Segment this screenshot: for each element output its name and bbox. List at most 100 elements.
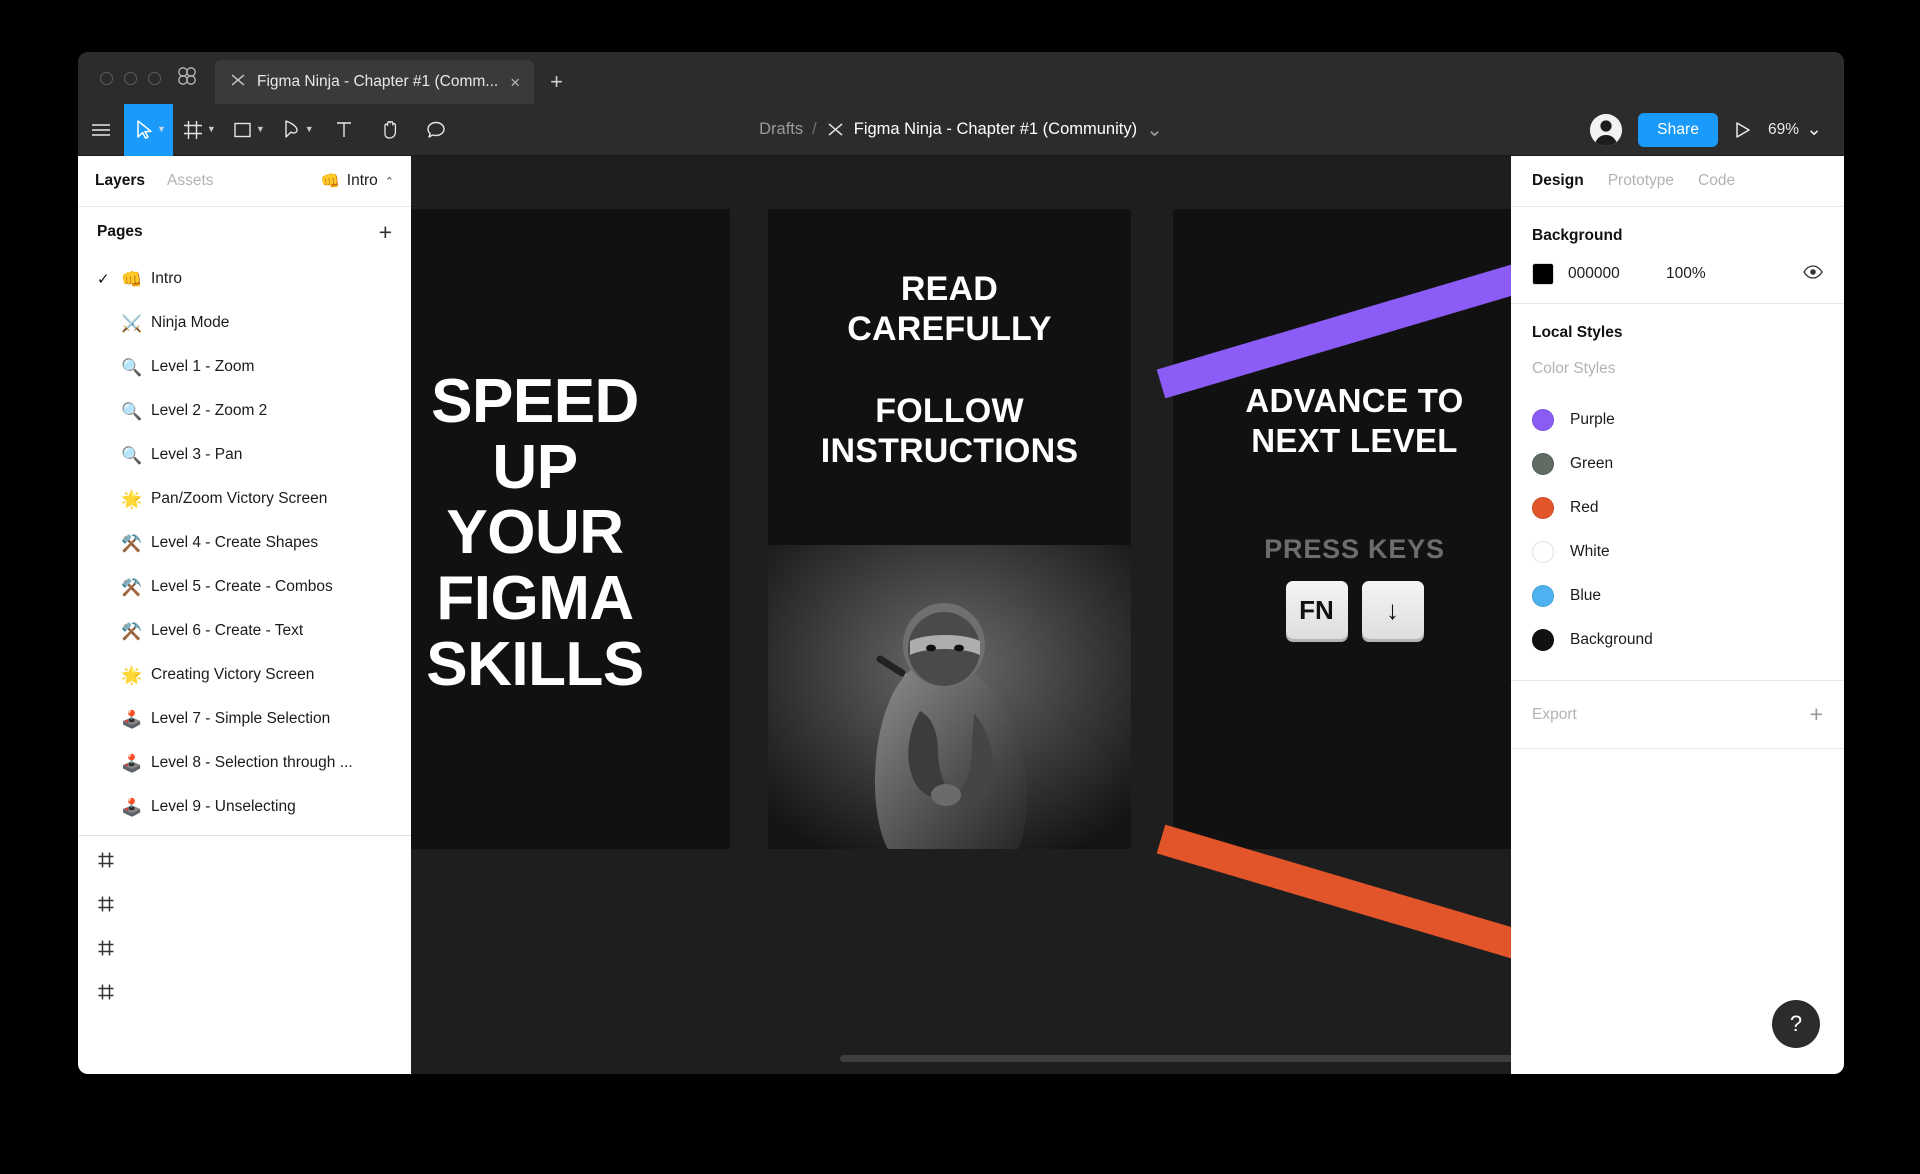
background-opacity-value[interactable]: 100% [1666,265,1706,283]
tab-assets[interactable]: Assets [167,172,214,190]
press-keys-label: PRESS KEYS [1264,534,1445,564]
help-button[interactable]: ? [1772,1000,1820,1048]
export-label: Export [1532,705,1577,723]
chevron-down-icon[interactable]: ▼ [305,125,314,134]
tab-code[interactable]: Code [1698,172,1735,190]
page-item-level-1[interactable]: 🔍 Level 1 - Zoom [78,345,411,389]
frame-tool[interactable]: ▼ [173,104,223,156]
breadcrumb-project[interactable]: Drafts [759,120,803,139]
canvas-horizontal-scrollbar[interactable] [840,1055,1575,1062]
page-item-level-8[interactable]: 🕹️ Level 8 - Selection through ... [78,741,411,785]
color-style-red[interactable]: Red [1532,486,1823,530]
chevron-down-icon[interactable]: ▼ [157,125,166,134]
color-style-label: Background [1570,631,1653,648]
user-avatar[interactable] [1590,113,1623,146]
chevron-down-icon[interactable]: ▼ [207,125,216,134]
layers-list [78,840,411,1016]
page-item-level-5[interactable]: ⚒️ Level 5 - Create - Combos [78,565,411,609]
maximize-window-button[interactable] [148,71,161,85]
tab-layers[interactable]: Layers [95,172,145,190]
figma-logo-icon[interactable] [175,52,203,104]
figma-ninja-file-icon [229,71,247,94]
page-emoji-icon: 🕹️ [121,753,143,773]
check-icon: ✓ [97,271,110,288]
close-window-button[interactable] [100,71,113,85]
layer-row[interactable] [78,928,411,972]
hamburger-menu-icon[interactable] [78,104,124,156]
current-page-chip[interactable]: 👊 Intro ⌃ [320,172,394,191]
page-item-intro[interactable]: ✓ 👊 Intro [78,257,411,301]
close-icon[interactable]: × [508,74,522,91]
tab-design[interactable]: Design [1532,172,1584,190]
color-swatch[interactable] [1532,409,1554,431]
page-item-level-7[interactable]: 🕹️ Level 7 - Simple Selection [78,697,411,741]
color-swatch[interactable] [1532,453,1554,475]
color-style-blue[interactable]: Blue [1532,574,1823,618]
zoom-value: 69% [1768,120,1800,138]
color-style-purple[interactable]: Purple [1532,398,1823,442]
add-export-button[interactable]: + [1810,703,1823,726]
layer-row[interactable] [78,840,411,884]
page-item-level-4[interactable]: ⚒️ Level 4 - Create Shapes [78,521,411,565]
page-emoji-icon: ⚒️ [121,533,143,553]
move-tool[interactable]: ▼ [124,103,173,156]
page-item-label: Intro [151,270,183,287]
eye-icon[interactable] [1803,264,1823,284]
color-swatch[interactable] [1532,629,1554,651]
chevron-up-icon[interactable]: ⌃ [385,175,394,188]
shape-tool[interactable]: ▼ [223,104,272,156]
chevron-down-icon[interactable]: ▼ [256,125,265,134]
color-style-label: Blue [1570,587,1602,604]
chevron-down-icon[interactable]: ⌄ [1146,120,1163,140]
page-emoji-icon: ⚒️ [121,621,143,641]
advance-headline: ADVANCE TO NEXT LEVEL [1173,381,1536,460]
local-styles-section: Local Styles Color Styles Purple Green R… [1511,304,1844,681]
play-triangle-icon[interactable] [1734,121,1752,139]
share-button[interactable]: Share [1638,112,1719,147]
page-emoji-icon: ⚔️ [121,313,143,333]
color-swatch[interactable] [1532,541,1554,563]
page-item-label: Level 9 - Unselecting [151,798,296,815]
page-item-level-3[interactable]: 🔍 Level 3 - Pan [78,433,411,477]
color-style-background[interactable]: Background [1532,618,1823,662]
background-color-swatch[interactable] [1532,263,1554,285]
page-item-level-2[interactable]: 🔍 Level 2 - Zoom 2 [78,389,411,433]
advance-artboard[interactable]: ADVANCE TO NEXT LEVEL PRESS KEYS FN ↓ [1156,209,1578,976]
comment-tool[interactable] [413,104,459,156]
layer-row[interactable] [78,972,411,1016]
text-tool[interactable] [321,104,367,156]
page-emoji-icon: 🕹️ [121,709,143,729]
minimize-window-button[interactable] [124,71,137,85]
add-page-button[interactable]: + [379,220,392,244]
layer-row[interactable] [78,884,411,928]
fn-key[interactable]: FN [1285,581,1348,639]
headline-line: NEXT LEVEL [1251,421,1458,459]
headline-line: ADVANCE TO [1245,382,1464,419]
color-style-white[interactable]: White [1532,530,1823,574]
page-item-label: Pan/Zoom Victory Screen [151,490,328,507]
color-swatch[interactable] [1532,497,1554,519]
pen-tool[interactable]: ▼ [272,104,321,156]
page-item-level-9[interactable]: 🕹️ Level 9 - Unselecting [78,785,411,829]
zoom-control[interactable]: 69% ⌄ [1768,120,1822,139]
color-swatch[interactable] [1532,585,1554,607]
new-tab-button[interactable]: + [534,60,579,104]
breadcrumb-file-name[interactable]: Figma Ninja - Chapter #1 (Community) [854,120,1137,139]
arrow-down-key[interactable]: ↓ [1361,581,1424,639]
browser-tab[interactable]: Figma Ninja - Chapter #1 (Comm... × [215,60,535,104]
color-style-label: Green [1570,455,1614,472]
color-style-green[interactable]: Green [1532,442,1823,486]
page-item-label: Level 2 - Zoom 2 [151,402,268,419]
page-item-panzoom-victory[interactable]: 🌟 Pan/Zoom Victory Screen [78,477,411,521]
page-item-level-6[interactable]: ⚒️ Level 6 - Create - Text [78,609,411,653]
window-controls [78,52,175,104]
hand-tool[interactable] [367,104,413,156]
page-item-creating-victory[interactable]: 🌟 Creating Victory Screen [78,653,411,697]
background-hex-value[interactable]: 000000 [1568,265,1666,283]
page-emoji-icon: 🔍 [121,401,143,421]
instructions-artboard[interactable]: READ CAREFULLY FOLLOW INSTRUCTIONS [768,209,1131,849]
tab-prototype[interactable]: Prototype [1608,172,1674,190]
page-item-ninja-mode[interactable]: ⚔️ Ninja Mode [78,301,411,345]
headline-line: FOLLOW [875,392,1024,430]
figma-ninja-file-icon [826,120,845,139]
